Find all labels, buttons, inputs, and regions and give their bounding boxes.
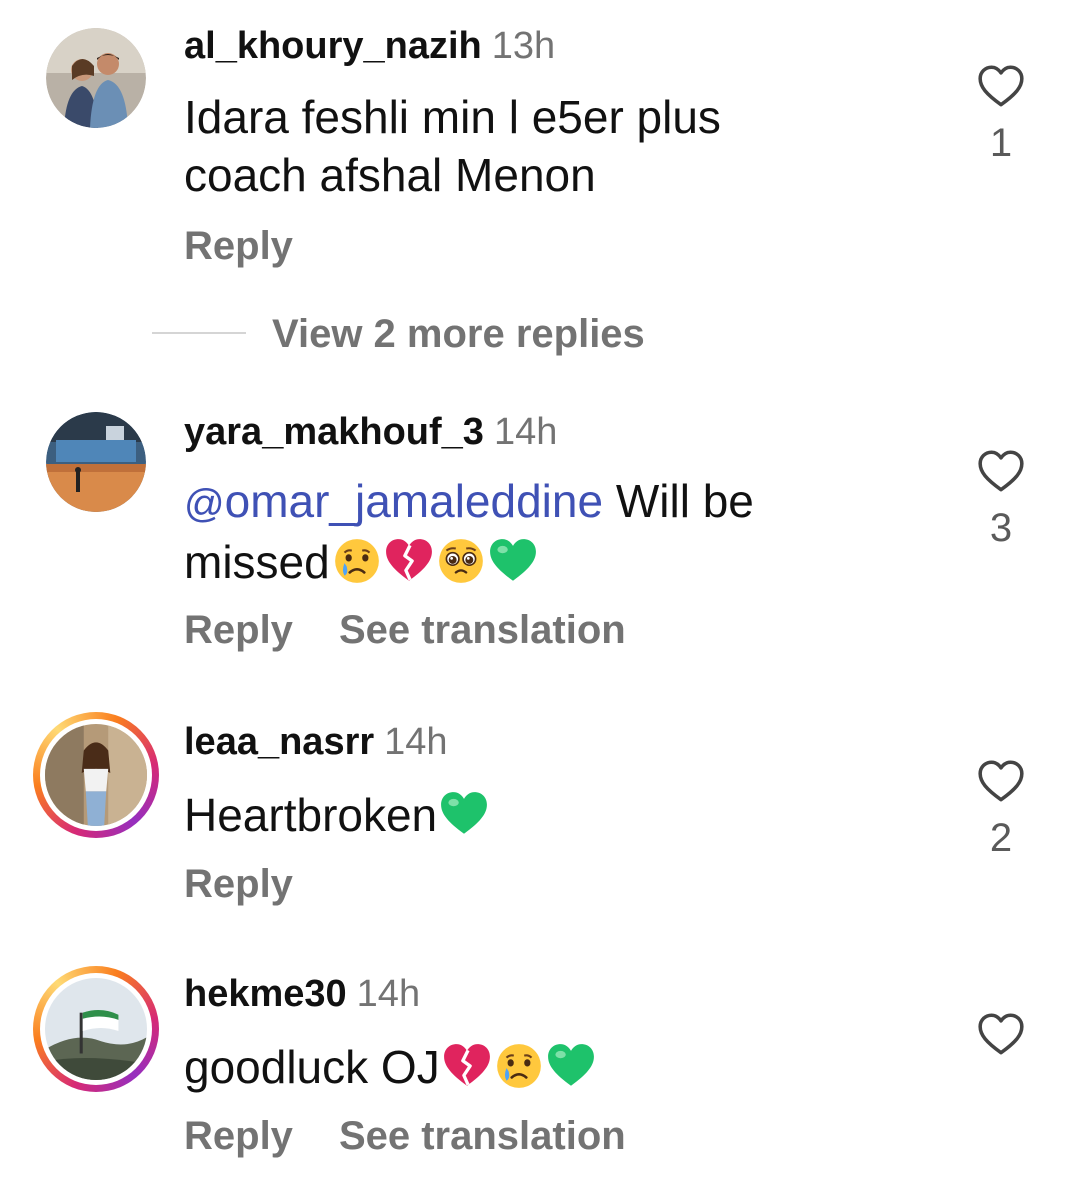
- green-heart-icon: [488, 536, 538, 586]
- comment-text-fragment: goodluck OJ: [184, 1041, 440, 1093]
- reply-button[interactable]: Reply: [184, 608, 293, 652]
- green-heart-icon: [439, 789, 489, 839]
- comment-line: goodluck OJ: [184, 1038, 884, 1096]
- divider-line: [152, 332, 246, 334]
- heart-icon[interactable]: [976, 1010, 1026, 1060]
- timestamp: 14h: [356, 973, 421, 1015]
- timestamp: 13h: [491, 25, 556, 67]
- broken-heart-icon: [442, 1041, 492, 1091]
- reply-button[interactable]: Reply: [184, 862, 293, 906]
- like-count: 2: [989, 816, 1013, 860]
- comment-line: @omar_jamaleddine Will be: [184, 472, 884, 533]
- username[interactable]: leaa_nasrr: [184, 721, 374, 763]
- heart-icon[interactable]: [976, 62, 1026, 112]
- avatar[interactable]: [46, 28, 146, 128]
- avatar-image: [40, 719, 152, 831]
- comment-line: coach afshal Menon: [184, 149, 596, 201]
- comment-line: Idara feshli min l e5er plus: [184, 91, 721, 143]
- avatar[interactable]: [33, 966, 159, 1092]
- comment-header: yara_makhouf_3 14h: [184, 410, 557, 454]
- avatar[interactable]: [46, 412, 146, 512]
- comment-text: @omar_jamaleddine Will be missed: [184, 472, 884, 591]
- comment-line: missed: [184, 533, 884, 591]
- comment-text-fragment: missed: [184, 536, 330, 588]
- comment-line: Heartbroken: [184, 786, 884, 844]
- username[interactable]: al_khoury_nazih: [184, 25, 482, 67]
- see-translation-button[interactable]: See translation: [339, 608, 626, 652]
- timestamp: 14h: [384, 721, 448, 763]
- comment-header: leaa_nasrr 14h: [184, 720, 448, 764]
- mention-link[interactable]: @omar_jamaleddine: [184, 475, 603, 527]
- comment-actions: Reply: [184, 860, 293, 908]
- comment-text: Idara feshli min l e5er plus coach afsha…: [184, 88, 884, 204]
- username[interactable]: yara_makhouf_3: [184, 411, 484, 453]
- comment-text: goodluck OJ: [184, 1038, 884, 1096]
- comment-text-fragment: Will be: [603, 475, 754, 527]
- like-count: 3: [989, 506, 1013, 550]
- username[interactable]: hekme30: [184, 973, 347, 1015]
- timestamp: 14h: [493, 411, 558, 453]
- crying-face-icon: [332, 536, 382, 586]
- like-count: 1: [989, 121, 1013, 165]
- pleading-face-icon: [436, 536, 486, 586]
- reply-button[interactable]: Reply: [184, 224, 293, 268]
- comment-text-fragment: Heartbroken: [184, 789, 438, 841]
- like-control: 3: [972, 447, 1030, 551]
- mention-username: omar_jamaleddine: [224, 475, 604, 527]
- heart-icon[interactable]: [976, 447, 1026, 497]
- avatar-image: [40, 973, 152, 1085]
- avatar[interactable]: [33, 712, 159, 838]
- broken-heart-icon: [384, 536, 434, 586]
- comment-actions: Reply: [184, 222, 293, 270]
- like-control: 2: [972, 757, 1030, 861]
- comment-header: al_khoury_nazih 13h: [184, 24, 555, 68]
- comment-text: Heartbroken: [184, 786, 884, 844]
- see-translation-button[interactable]: See translation: [339, 1114, 626, 1158]
- heart-icon[interactable]: [976, 757, 1026, 807]
- comment-actions: Reply See translation: [184, 606, 626, 654]
- threads-at-icon: @: [184, 482, 225, 526]
- like-control: 1: [972, 62, 1030, 166]
- like-control: [972, 1010, 1030, 1060]
- green-heart-icon: [546, 1041, 596, 1091]
- view-more-replies-label[interactable]: View 2 more replies: [272, 312, 645, 356]
- crying-face-icon: [494, 1041, 544, 1091]
- reply-button[interactable]: Reply: [184, 1114, 293, 1158]
- comment-header: hekme30 14h: [184, 972, 420, 1016]
- comment-actions: Reply See translation: [184, 1112, 626, 1160]
